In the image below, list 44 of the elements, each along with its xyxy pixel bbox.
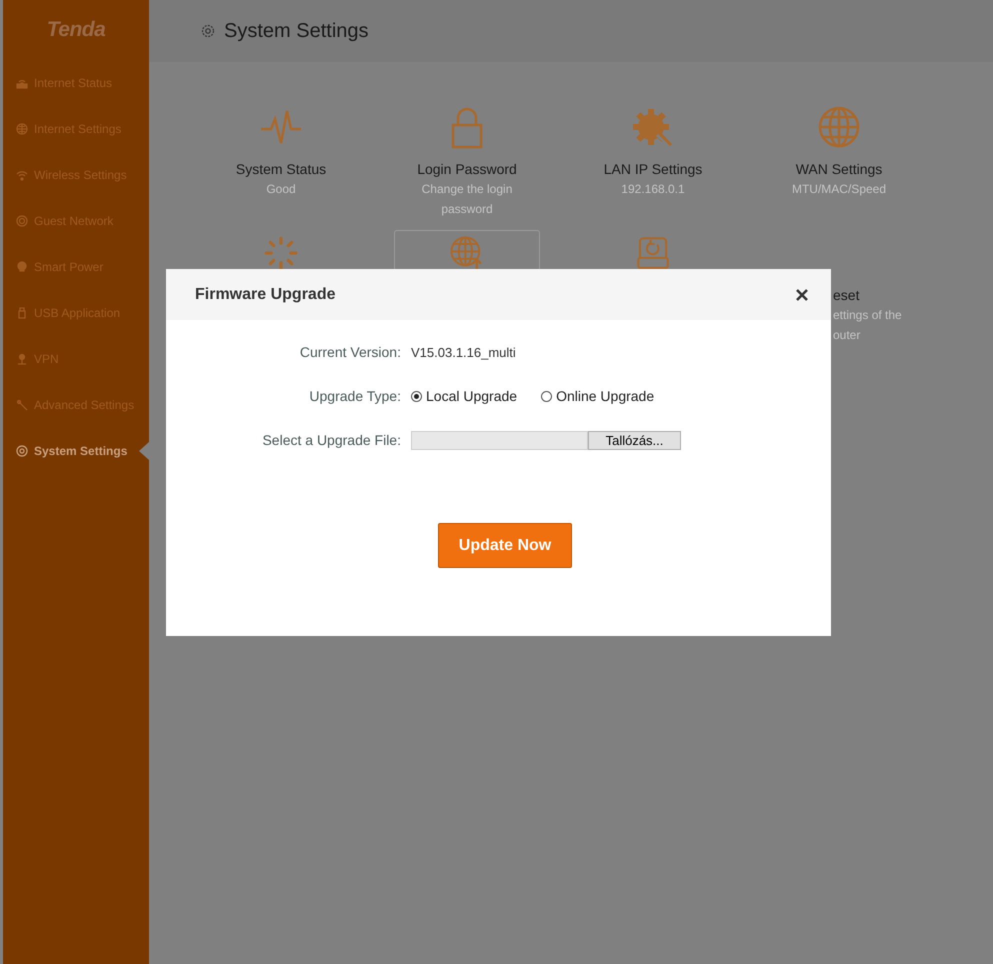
browse-button[interactable]: Tallózás...: [588, 430, 681, 450]
logo: Tenda: [46, 18, 106, 42]
settings-tile[interactable]: WAN Settings MTU/MAC/Speed: [766, 98, 912, 206]
person-icon: [16, 353, 28, 365]
settings-tile[interactable]: System Status Good: [208, 98, 354, 206]
router-icon: [16, 77, 28, 89]
radio-icon[interactable]: [541, 390, 552, 402]
field-label: Current Version:: [298, 343, 401, 362]
tile-name: System Status: [236, 160, 326, 179]
tile-name: Login Password: [417, 160, 517, 179]
update-now-button[interactable]: Update Now: [438, 523, 572, 568]
globe-icon: [817, 105, 861, 149]
close-icon[interactable]: [795, 288, 809, 302]
field-label: Select a Upgrade File:: [261, 431, 401, 450]
settings-tile[interactable]: LAN IP Settings 192.168.0.1: [580, 98, 726, 206]
tile-detail: ettings of the outer: [833, 307, 902, 344]
drive-refresh-icon: [635, 235, 671, 271]
dialog-title: Firmware Upgrade: [195, 286, 336, 304]
spinner-icon: [263, 235, 299, 271]
globe-icon: [16, 123, 28, 135]
globe-upload-icon: [449, 235, 485, 271]
settings-tile[interactable]: eset ettings of the outer: [832, 284, 912, 346]
tile-name: LAN IP Settings: [604, 160, 702, 179]
version-value: V15.03.1.16_multi: [411, 344, 517, 360]
radio-icon[interactable]: [411, 390, 422, 402]
sidebar-item[interactable]: System Settings: [3, 428, 149, 474]
tile-detail: Good: [266, 181, 296, 198]
usb-icon: [16, 307, 28, 319]
sidebar-label: System Settings: [34, 444, 128, 458]
file-path-field[interactable]: [411, 430, 588, 450]
pointer-icon: [139, 442, 149, 460]
tile-detail: Change the login password: [420, 181, 514, 218]
field-label: Upgrade Type:: [308, 387, 401, 406]
radio-option[interactable]: Online Upgrade: [541, 388, 654, 404]
tile-detail: 192.168.0.1: [621, 181, 685, 198]
wifi-icon: [16, 169, 28, 181]
tile-name: eset: [833, 286, 860, 305]
bulb-icon: [16, 261, 28, 273]
page-title: System Settings: [224, 20, 369, 42]
tile-detail: MTU/MAC/Speed: [792, 181, 886, 198]
radio-option[interactable]: Local Upgrade: [411, 388, 518, 404]
tile-name: WAN Settings: [796, 160, 882, 179]
settings-tile[interactable]: Login Password Change the login password: [394, 98, 540, 226]
target-icon: [16, 215, 28, 227]
